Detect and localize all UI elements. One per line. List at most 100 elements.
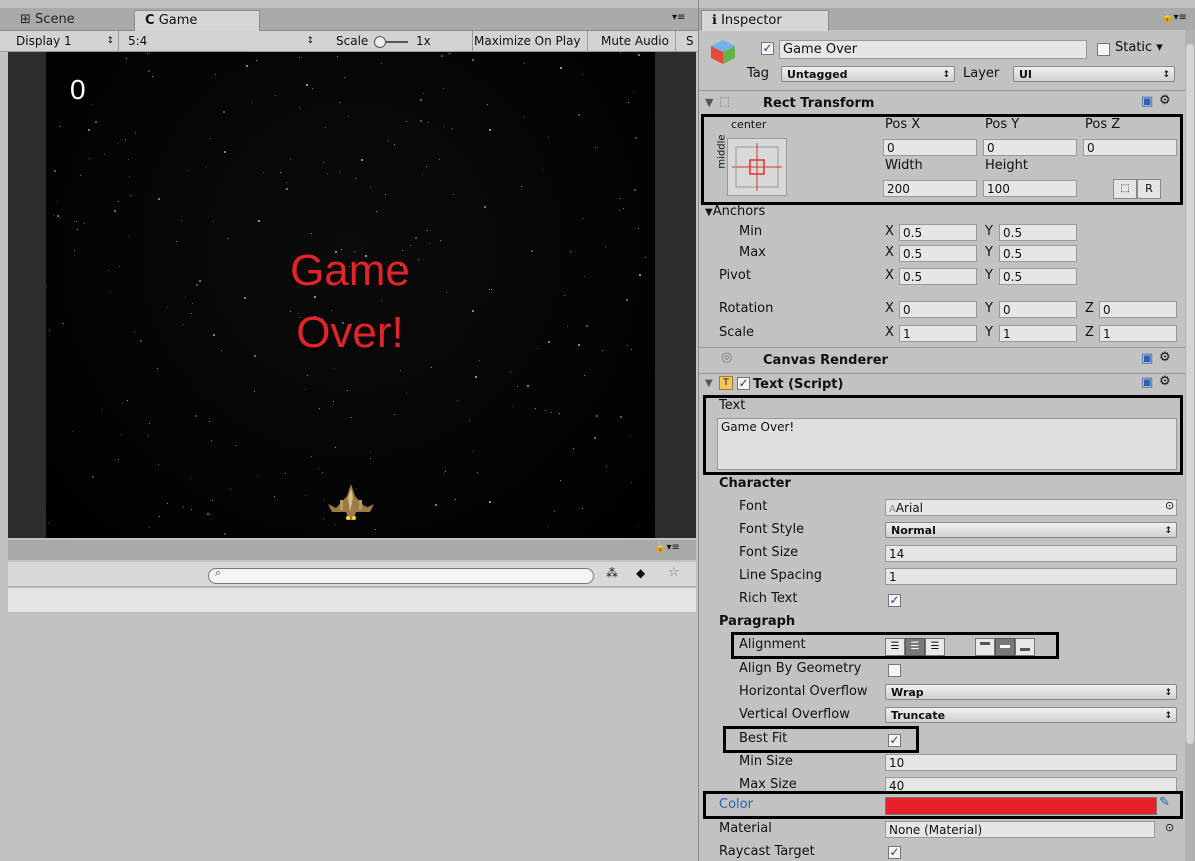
star: [578, 344, 580, 346]
chevron-updown-icon: ↕: [306, 36, 314, 46]
star: [594, 437, 596, 439]
pacman-icon: C: [145, 13, 155, 28]
anchor-min-y-field[interactable]: 0.5: [999, 224, 1077, 241]
scale-label: Scale: [336, 34, 369, 48]
star-icon[interactable]: ☆: [668, 565, 680, 580]
star: [388, 140, 389, 141]
text-enabled-checkbox[interactable]: ✓: [737, 377, 750, 390]
layer-dropdown[interactable]: UI ↕: [1013, 66, 1175, 82]
star: [122, 403, 123, 404]
display-dropdown[interactable]: Display 1 ↕: [10, 31, 119, 51]
pivot-x-field[interactable]: 0.5: [899, 268, 977, 285]
chevron-updown-icon: ↕: [1164, 688, 1172, 698]
y-label: Y: [985, 268, 993, 283]
star: [385, 194, 386, 195]
scale-z-field[interactable]: 1: [1099, 325, 1177, 342]
mute-audio-button[interactable]: Mute Audio: [595, 31, 676, 51]
min-size-field[interactable]: 10: [885, 754, 1177, 771]
object-name-input[interactable]: Game Over: [779, 40, 1087, 59]
material-field[interactable]: None (Material): [885, 821, 1155, 838]
star: [545, 410, 546, 411]
star: [548, 137, 549, 138]
horizontal-overflow-dropdown[interactable]: Wrap ↕: [885, 684, 1177, 700]
object-picker-icon[interactable]: ⊙: [1165, 499, 1174, 512]
lock-icon[interactable]: 🔒▾≡: [1161, 12, 1187, 23]
stats-button[interactable]: S: [683, 31, 697, 51]
star: [623, 208, 624, 209]
star: [183, 507, 184, 508]
foldout-arrow-icon[interactable]: ▼: [705, 96, 713, 109]
star: [210, 514, 211, 515]
static-checkbox[interactable]: [1097, 43, 1110, 56]
filter-type-icon[interactable]: ⁂: [606, 566, 618, 580]
pivot-label: Pivot: [719, 268, 751, 283]
star: [475, 376, 477, 378]
anchors-foldout[interactable]: ▼Anchors: [705, 204, 765, 219]
active-checkbox[interactable]: ✓: [761, 42, 774, 55]
scale-slider[interactable]: Scale 1x: [330, 31, 473, 51]
scale-x-field[interactable]: 1: [899, 325, 977, 342]
star: [645, 257, 646, 258]
star: [472, 451, 473, 452]
star: [510, 371, 511, 372]
rotation-x-field[interactable]: 0: [899, 301, 977, 318]
pivot-y-field[interactable]: 0.5: [999, 268, 1077, 285]
gear-icon[interactable]: ⚙: [1159, 93, 1171, 108]
star: [420, 120, 422, 122]
font-field[interactable]: AArial: [885, 499, 1177, 516]
anchor-max-y-field[interactable]: 0.5: [999, 245, 1077, 262]
vertical-overflow-dropdown[interactable]: Truncate ↕: [885, 707, 1177, 723]
star: [48, 523, 49, 524]
scale-value: 1x: [415, 34, 431, 48]
scale-y-field[interactable]: 1: [999, 325, 1077, 342]
tab-game[interactable]: C Game: [134, 10, 260, 31]
rotation-y-field[interactable]: 0: [999, 301, 1077, 318]
label-tag-icon[interactable]: ◆: [636, 566, 645, 580]
star: [147, 53, 148, 54]
aspect-dropdown[interactable]: 5:4 ↕: [122, 31, 314, 51]
lock-icon[interactable]: 🔒▾≡: [654, 542, 680, 553]
font-style-dropdown[interactable]: Normal ↕: [885, 522, 1177, 538]
star: [489, 289, 490, 290]
tab-inspector[interactable]: ℹ Inspector: [701, 10, 829, 31]
star: [257, 476, 258, 477]
font-label: Font: [739, 499, 768, 514]
search-input[interactable]: ⌕: [208, 566, 594, 584]
line-spacing-field[interactable]: 1: [885, 568, 1177, 585]
object-picker-icon[interactable]: ⊙: [1165, 821, 1174, 834]
anchor-max-x-field[interactable]: 0.5: [899, 245, 977, 262]
tag-dropdown[interactable]: Untagged ↕: [781, 66, 955, 82]
help-book-icon[interactable]: ▣: [1141, 375, 1153, 390]
game-over-text: Game Over!: [240, 240, 460, 364]
align-by-geometry-checkbox[interactable]: [888, 664, 901, 677]
tab-scene[interactable]: ⊞ Scene: [10, 10, 85, 30]
y-label: Y: [985, 245, 993, 260]
star: [547, 526, 548, 527]
gear-icon[interactable]: ⚙: [1159, 350, 1171, 365]
slider-thumb[interactable]: [374, 35, 387, 48]
star: [221, 350, 222, 351]
gear-icon[interactable]: ⚙: [1159, 374, 1171, 389]
y-label: Y: [985, 325, 993, 340]
foldout-arrow-icon[interactable]: ▼: [705, 378, 713, 389]
star: [148, 435, 149, 436]
star: [210, 138, 211, 139]
font-size-field[interactable]: 14: [885, 545, 1177, 562]
maximize-on-play-button[interactable]: Maximize On Play: [468, 31, 588, 51]
chevron-updown-icon: ↕: [1164, 711, 1172, 721]
star: [394, 144, 395, 145]
rotation-z-field[interactable]: 0: [1099, 301, 1177, 318]
raycast-target-checkbox[interactable]: ✓: [888, 846, 901, 859]
scrollbar-thumb[interactable]: [1186, 44, 1194, 744]
star: [638, 228, 639, 229]
star: [637, 526, 638, 527]
align-by-geometry-label: Align By Geometry: [739, 661, 862, 676]
panel-menu-icon[interactable]: ▾≡: [672, 12, 685, 23]
anchor-min-x-field[interactable]: 0.5: [899, 224, 977, 241]
help-book-icon[interactable]: ▣: [1141, 351, 1153, 366]
help-book-icon[interactable]: ▣: [1141, 94, 1153, 109]
tab-scene-label: Scene: [35, 12, 75, 27]
star: [630, 436, 631, 437]
scale-slider-track[interactable]: [374, 35, 409, 48]
rich-text-checkbox[interactable]: ✓: [888, 594, 901, 607]
